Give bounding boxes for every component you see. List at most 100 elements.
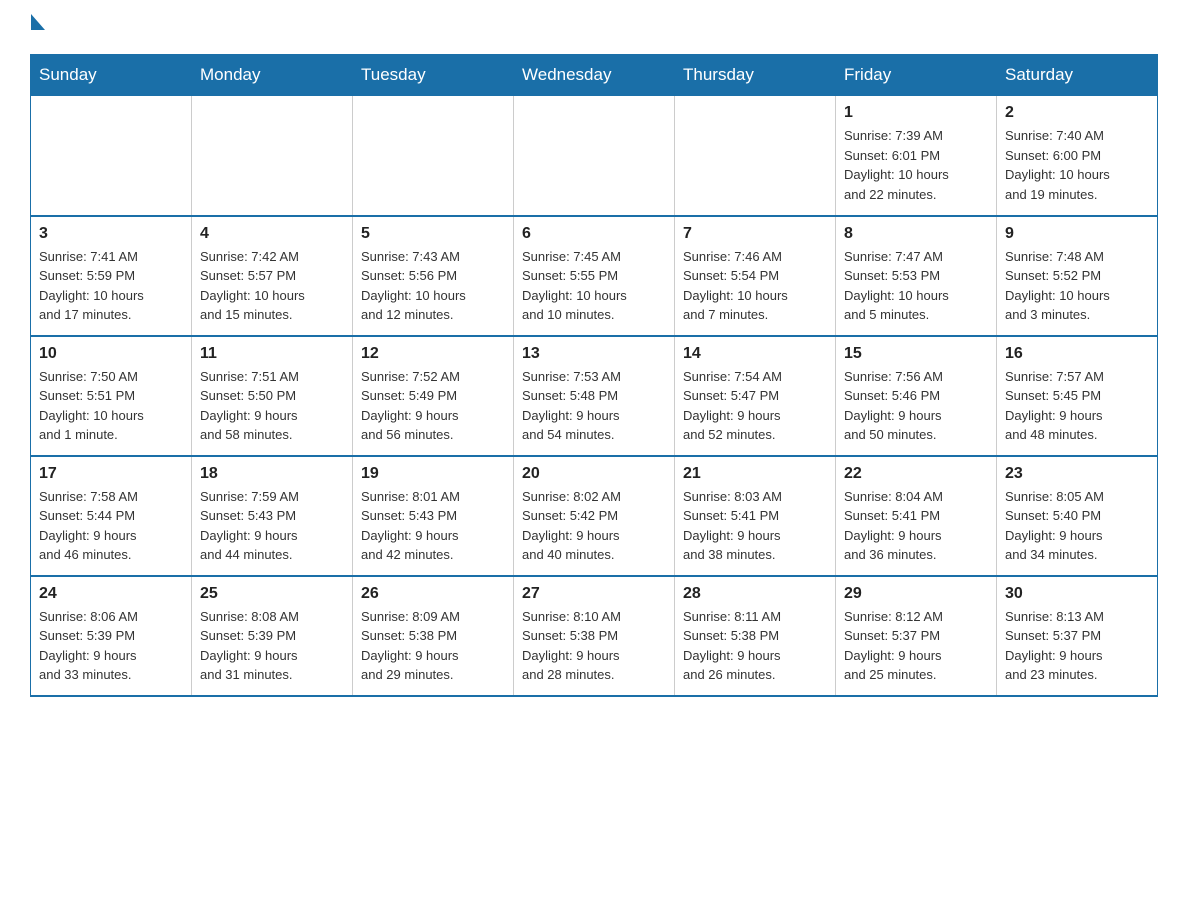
calendar-cell: 21Sunrise: 8:03 AM Sunset: 5:41 PM Dayli… — [675, 456, 836, 576]
day-info: Sunrise: 7:59 AM Sunset: 5:43 PM Dayligh… — [200, 487, 344, 565]
day-info: Sunrise: 7:53 AM Sunset: 5:48 PM Dayligh… — [522, 367, 666, 445]
calendar-week-row: 1 Sunrise: 7:39 AM Sunset: 6:01 PM Daylig… — [31, 96, 1158, 216]
calendar-cell: 10 Sunrise: 7:50 AM Sunset: 5:51 PM Dayli… — [31, 336, 192, 456]
weekday-header-saturday: Saturday — [997, 55, 1158, 96]
day-number: 6 — [522, 225, 666, 243]
day-number: 12 — [361, 345, 505, 363]
calendar-cell — [675, 96, 836, 216]
day-number: 14 — [683, 345, 827, 363]
day-info: Sunrise: 7:50 AM Sunset: 5:51 PM Dayligh… — [39, 367, 183, 445]
calendar-cell: 7Sunrise: 7:46 AM Sunset: 5:54 PM Daylig… — [675, 216, 836, 336]
day-info: Sunrise: 8:08 AM Sunset: 5:39 PM Dayligh… — [200, 607, 344, 685]
day-number: 18 — [200, 465, 344, 483]
calendar-cell: 14 Sunrise: 7:54 AM Sunset: 5:47 PM Dayli… — [675, 336, 836, 456]
day-number: 25 — [200, 585, 344, 603]
day-number: 20 — [522, 465, 666, 483]
calendar-cell: 29 Sunrise: 8:12 AM Sunset: 5:37 PM Dayli… — [836, 576, 997, 696]
day-info: Sunrise: 8:12 AM Sunset: 5:37 PM Dayligh… — [844, 607, 988, 685]
calendar-cell: 13 Sunrise: 7:53 AM Sunset: 5:48 PM Dayli… — [514, 336, 675, 456]
day-number: 27 — [522, 585, 666, 603]
calendar-cell: 6 Sunrise: 7:45 AM Sunset: 5:55 PM Daylig… — [514, 216, 675, 336]
calendar-cell: 20 Sunrise: 8:02 AM Sunset: 5:42 PM Dayli… — [514, 456, 675, 576]
day-info: Sunrise: 8:02 AM Sunset: 5:42 PM Dayligh… — [522, 487, 666, 565]
calendar-cell: 2 Sunrise: 7:40 AM Sunset: 6:00 PM Daylig… — [997, 96, 1158, 216]
calendar-cell: 3Sunrise: 7:41 AM Sunset: 5:59 PM Daylig… — [31, 216, 192, 336]
day-info: Sunrise: 8:05 AM Sunset: 5:40 PM Dayligh… — [1005, 487, 1149, 565]
calendar-cell: 24 Sunrise: 8:06 AM Sunset: 5:39 PM Dayli… — [31, 576, 192, 696]
calendar-cell: 9 Sunrise: 7:48 AM Sunset: 5:52 PM Daylig… — [997, 216, 1158, 336]
day-info: Sunrise: 7:56 AM Sunset: 5:46 PM Dayligh… — [844, 367, 988, 445]
day-info: Sunrise: 7:48 AM Sunset: 5:52 PM Dayligh… — [1005, 247, 1149, 325]
day-number: 8 — [844, 225, 988, 243]
day-info: Sunrise: 7:51 AM Sunset: 5:50 PM Dayligh… — [200, 367, 344, 445]
day-number: 4 — [200, 225, 344, 243]
day-number: 21 — [683, 465, 827, 483]
weekday-header-friday: Friday — [836, 55, 997, 96]
calendar-cell: 18 Sunrise: 7:59 AM Sunset: 5:43 PM Dayli… — [192, 456, 353, 576]
day-number: 1 — [844, 104, 988, 122]
day-number: 22 — [844, 465, 988, 483]
calendar-cell: 28 Sunrise: 8:11 AM Sunset: 5:38 PM Dayli… — [675, 576, 836, 696]
calendar-cell: 25 Sunrise: 8:08 AM Sunset: 5:39 PM Dayli… — [192, 576, 353, 696]
weekday-header-monday: Monday — [192, 55, 353, 96]
weekday-header-sunday: Sunday — [31, 55, 192, 96]
logo — [30, 20, 45, 38]
calendar-cell — [514, 96, 675, 216]
day-number: 9 — [1005, 225, 1149, 243]
day-info: Sunrise: 7:54 AM Sunset: 5:47 PM Dayligh… — [683, 367, 827, 445]
day-info: Sunrise: 8:04 AM Sunset: 5:41 PM Dayligh… — [844, 487, 988, 565]
calendar-week-row: 24 Sunrise: 8:06 AM Sunset: 5:39 PM Dayli… — [31, 576, 1158, 696]
calendar-header-row: SundayMondayTuesdayWednesdayThursdayFrid… — [31, 55, 1158, 96]
weekday-header-wednesday: Wednesday — [514, 55, 675, 96]
day-info: Sunrise: 7:46 AM Sunset: 5:54 PM Dayligh… — [683, 247, 827, 325]
calendar-cell: 4 Sunrise: 7:42 AM Sunset: 5:57 PM Daylig… — [192, 216, 353, 336]
calendar-cell: 12 Sunrise: 7:52 AM Sunset: 5:49 PM Dayli… — [353, 336, 514, 456]
page-header — [30, 20, 1158, 38]
day-number: 28 — [683, 585, 827, 603]
calendar-cell — [192, 96, 353, 216]
day-number: 19 — [361, 465, 505, 483]
calendar-cell: 5Sunrise: 7:43 AM Sunset: 5:56 PM Daylig… — [353, 216, 514, 336]
day-info: Sunrise: 8:10 AM Sunset: 5:38 PM Dayligh… — [522, 607, 666, 685]
calendar-cell: 17 Sunrise: 7:58 AM Sunset: 5:44 PM Dayli… — [31, 456, 192, 576]
day-number: 16 — [1005, 345, 1149, 363]
weekday-header-tuesday: Tuesday — [353, 55, 514, 96]
day-number: 29 — [844, 585, 988, 603]
day-info: Sunrise: 7:58 AM Sunset: 5:44 PM Dayligh… — [39, 487, 183, 565]
day-info: Sunrise: 7:45 AM Sunset: 5:55 PM Dayligh… — [522, 247, 666, 325]
day-info: Sunrise: 8:11 AM Sunset: 5:38 PM Dayligh… — [683, 607, 827, 685]
calendar-cell: 26Sunrise: 8:09 AM Sunset: 5:38 PM Dayli… — [353, 576, 514, 696]
day-info: Sunrise: 7:52 AM Sunset: 5:49 PM Dayligh… — [361, 367, 505, 445]
day-number: 24 — [39, 585, 183, 603]
calendar-table: SundayMondayTuesdayWednesdayThursdayFrid… — [30, 54, 1158, 697]
day-info: Sunrise: 8:06 AM Sunset: 5:39 PM Dayligh… — [39, 607, 183, 685]
calendar-cell: 11Sunrise: 7:51 AM Sunset: 5:50 PM Dayli… — [192, 336, 353, 456]
calendar-week-row: 10 Sunrise: 7:50 AM Sunset: 5:51 PM Dayli… — [31, 336, 1158, 456]
day-number: 5 — [361, 225, 505, 243]
day-info: Sunrise: 8:13 AM Sunset: 5:37 PM Dayligh… — [1005, 607, 1149, 685]
calendar-cell: 1 Sunrise: 7:39 AM Sunset: 6:01 PM Daylig… — [836, 96, 997, 216]
day-info: Sunrise: 7:42 AM Sunset: 5:57 PM Dayligh… — [200, 247, 344, 325]
day-number: 13 — [522, 345, 666, 363]
day-number: 23 — [1005, 465, 1149, 483]
day-info: Sunrise: 7:40 AM Sunset: 6:00 PM Dayligh… — [1005, 126, 1149, 204]
day-number: 10 — [39, 345, 183, 363]
calendar-cell — [31, 96, 192, 216]
day-number: 17 — [39, 465, 183, 483]
calendar-cell: 30 Sunrise: 8:13 AM Sunset: 5:37 PM Dayli… — [997, 576, 1158, 696]
day-info: Sunrise: 8:01 AM Sunset: 5:43 PM Dayligh… — [361, 487, 505, 565]
calendar-cell: 15Sunrise: 7:56 AM Sunset: 5:46 PM Dayli… — [836, 336, 997, 456]
day-info: Sunrise: 7:41 AM Sunset: 5:59 PM Dayligh… — [39, 247, 183, 325]
calendar-cell — [353, 96, 514, 216]
calendar-cell: 22 Sunrise: 8:04 AM Sunset: 5:41 PM Dayli… — [836, 456, 997, 576]
calendar-cell: 16 Sunrise: 7:57 AM Sunset: 5:45 PM Dayli… — [997, 336, 1158, 456]
calendar-week-row: 17 Sunrise: 7:58 AM Sunset: 5:44 PM Dayli… — [31, 456, 1158, 576]
day-info: Sunrise: 7:47 AM Sunset: 5:53 PM Dayligh… — [844, 247, 988, 325]
day-number: 2 — [1005, 104, 1149, 122]
day-info: Sunrise: 7:39 AM Sunset: 6:01 PM Dayligh… — [844, 126, 988, 204]
calendar-cell: 19 Sunrise: 8:01 AM Sunset: 5:43 PM Dayli… — [353, 456, 514, 576]
day-number: 30 — [1005, 585, 1149, 603]
calendar-cell: 23 Sunrise: 8:05 AM Sunset: 5:40 PM Dayli… — [997, 456, 1158, 576]
logo-arrow-icon — [31, 14, 45, 30]
day-info: Sunrise: 7:57 AM Sunset: 5:45 PM Dayligh… — [1005, 367, 1149, 445]
